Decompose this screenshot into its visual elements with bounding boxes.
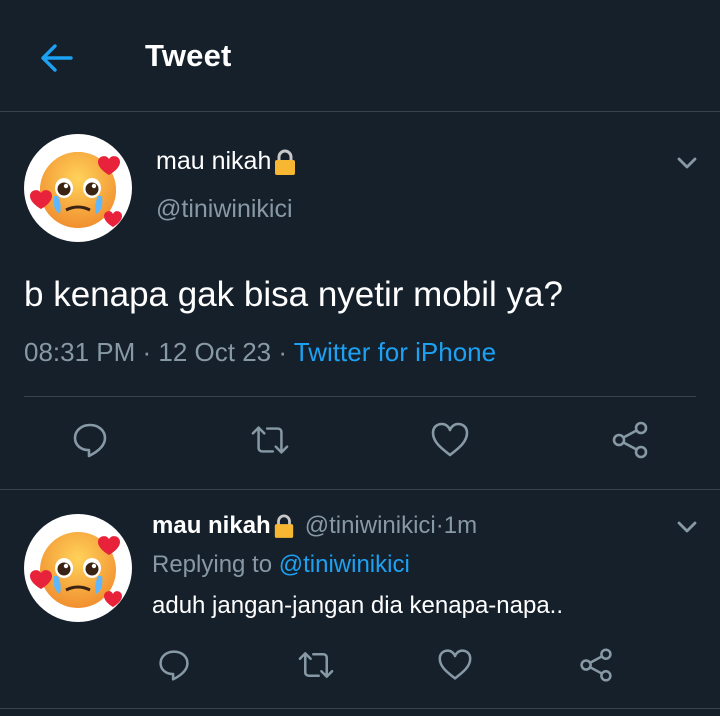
reply-more-options-button[interactable]: [674, 514, 700, 540]
tweet-time: 08:31 PM: [24, 337, 136, 367]
tweet-text: b kenapa gak bisa nyetir mobil ya?: [24, 275, 563, 314]
author-handle[interactable]: @tiniwinikici: [156, 195, 293, 224]
back-button[interactable]: [36, 38, 76, 78]
retweet-icon: [298, 652, 334, 678]
top-bar: Tweet: [0, 0, 720, 112]
pleading-face-emoji-icon: [30, 532, 122, 608]
like-icon: [438, 649, 472, 680]
reply-like-button[interactable]: [435, 645, 475, 685]
reply-author-name[interactable]: mau nikah: [152, 512, 271, 540]
more-options-button[interactable]: [674, 150, 700, 176]
reply-avatar[interactable]: [24, 514, 132, 622]
lock-icon: [274, 514, 293, 538]
replying-to: Replying to @tiniwinikici: [152, 551, 410, 579]
meta-separator: ·: [135, 337, 159, 367]
like-icon: [431, 422, 469, 457]
replying-to-label: Replying to: [152, 551, 279, 578]
avatar[interactable]: [24, 134, 132, 242]
reply-separator: ·: [435, 512, 444, 539]
tweet-date: 12 Oct 23: [158, 337, 272, 367]
arrow-left-icon: [41, 44, 73, 72]
author-name[interactable]: mau nikah: [156, 147, 297, 176]
reply-icon: [73, 423, 107, 458]
reply-text: aduh jangan-jangan dia kenapa-napa..: [152, 592, 564, 619]
pleading-face-emoji-icon: [30, 152, 122, 228]
retweet-button[interactable]: [250, 420, 290, 460]
reply-retweet-button[interactable]: [296, 645, 336, 685]
retweet-icon: [251, 426, 289, 454]
page-title: Tweet: [145, 38, 232, 73]
like-button[interactable]: [430, 420, 470, 460]
tweet-meta: 08:31 PM · 12 Oct 23 · Twitter for iPhon…: [24, 337, 496, 368]
divider: [24, 396, 696, 397]
author-display-name: mau nikah: [156, 147, 272, 175]
reply-time: 1m: [443, 512, 478, 539]
chevron-down-icon: [677, 521, 697, 533]
replying-to-handle-link[interactable]: @tiniwinikici: [279, 551, 410, 578]
share-icon: [580, 648, 612, 682]
share-button[interactable]: [610, 420, 650, 460]
reply-reply-button[interactable]: [154, 645, 194, 685]
chevron-down-icon: [677, 157, 697, 169]
divider: [0, 708, 720, 709]
share-icon: [612, 421, 648, 459]
reply-share-button[interactable]: [576, 645, 616, 685]
tweet-source-link[interactable]: Twitter for iPhone: [294, 337, 496, 367]
meta-separator: ·: [271, 337, 294, 367]
reply-button[interactable]: [70, 420, 110, 460]
reply-author-handle[interactable]: @tiniwinikici: [305, 512, 436, 540]
reply-icon: [159, 650, 189, 681]
divider: [0, 489, 720, 490]
reply-header: mau nikah @tiniwinikici · 1m: [152, 512, 477, 540]
lock-icon: [275, 149, 296, 175]
